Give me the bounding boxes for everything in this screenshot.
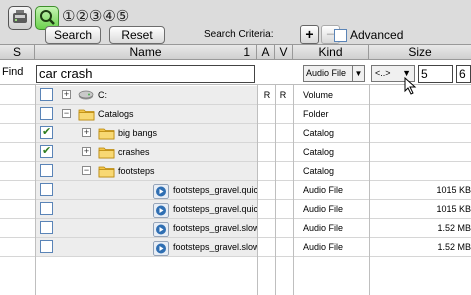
numbered-slots[interactable]: ①②③④⑤: [62, 7, 129, 25]
audio-file-icon: [153, 203, 169, 220]
folder-icon: [98, 127, 115, 142]
audio-file-icon: [153, 222, 169, 239]
row-checkbox[interactable]: [40, 183, 53, 196]
row-size: 1.52 MB: [437, 223, 471, 233]
column-divider: [369, 85, 370, 295]
drive-icon: [13, 10, 27, 23]
table-row[interactable]: footsteps_gravel.slow Audio File 1.52 MB: [0, 238, 471, 257]
col-header-s[interactable]: S: [0, 45, 35, 59]
column-divider: [257, 85, 258, 295]
disk-icon: [78, 89, 94, 103]
size-max-input[interactable]: 6: [456, 65, 471, 83]
row-name: footsteps_gravel.quick: [173, 185, 257, 195]
expand-icon[interactable]: +: [82, 128, 91, 137]
row-size: 1.52 MB: [437, 242, 471, 252]
row-kind: Audio File: [303, 223, 344, 233]
column-header: S Name 1 A V Kind Size: [0, 44, 471, 60]
collapse-icon[interactable]: −: [62, 109, 71, 118]
name-search-input[interactable]: car crash: [36, 65, 255, 83]
row-checkbox[interactable]: [40, 202, 53, 215]
advanced-checkbox[interactable]: [334, 29, 347, 42]
reset-button[interactable]: Reset: [109, 26, 165, 44]
row-size: 1015 KB: [436, 185, 471, 195]
column-divider: [35, 85, 36, 295]
kind-filter-value: Audio File: [306, 68, 347, 78]
col-header-v[interactable]: V: [275, 45, 293, 59]
col-header-size[interactable]: Size: [369, 45, 471, 59]
expand-icon[interactable]: +: [82, 147, 91, 156]
column-divider: [275, 85, 276, 295]
row-kind: Catalog: [303, 166, 335, 176]
toolbar: ①②③④⑤ Search Reset Search Criteria: + − …: [0, 0, 471, 44]
catalog-tool-button[interactable]: [8, 6, 32, 30]
col-header-name[interactable]: Name 1: [35, 45, 257, 59]
col-header-name-label: Name: [129, 45, 162, 59]
row-checkbox[interactable]: [40, 164, 53, 177]
row-checkbox[interactable]: [40, 88, 53, 101]
row-checkbox[interactable]: [40, 107, 53, 120]
row-kind: Folder: [303, 109, 329, 119]
size-min-input[interactable]: 5: [418, 65, 453, 83]
kind-filter-select[interactable]: Audio File ▼: [303, 65, 365, 82]
table-row[interactable]: footsteps_gravel.slow Audio File 1.52 MB: [0, 219, 471, 238]
find-row: Find car crash Audio File ▼ <..> ▼ 5 6: [0, 60, 471, 95]
table-row[interactable]: − footsteps Catalog: [0, 162, 471, 181]
row-checkbox[interactable]: [40, 240, 53, 253]
table-row[interactable]: + big bangs Catalog: [0, 124, 471, 143]
table-row[interactable]: footsteps_gravel.quick Audio File 1015 KB: [0, 181, 471, 200]
add-criteria-button[interactable]: +: [300, 25, 319, 44]
row-attr-a: R: [263, 90, 271, 100]
row-kind: Audio File: [303, 204, 344, 214]
folder-icon: [78, 108, 95, 123]
expand-icon[interactable]: +: [62, 90, 71, 99]
audio-file-icon: [153, 241, 169, 258]
row-checkbox[interactable]: [40, 125, 53, 139]
row-kind: Catalog: [303, 128, 335, 138]
table-row[interactable]: − Catalogs Folder: [0, 105, 471, 124]
dropdown-arrow-icon: ▼: [352, 66, 364, 81]
row-name: crashes: [118, 147, 150, 157]
row-kind: Catalog: [303, 147, 335, 157]
row-attr-v: R: [279, 90, 287, 100]
row-kind: Audio File: [303, 185, 344, 195]
table-row[interactable]: + C: R R Volume: [0, 86, 471, 105]
row-name: footsteps: [118, 166, 155, 176]
col-header-kind[interactable]: Kind: [293, 45, 369, 59]
row-name: footsteps_gravel.quick: [173, 204, 257, 214]
search-criteria-label: Search Criteria:: [204, 29, 274, 40]
row-name: C:: [98, 90, 107, 100]
row-kind: Audio File: [303, 242, 344, 252]
folder-icon: [98, 146, 115, 161]
col-header-a[interactable]: A: [257, 45, 275, 59]
size-operator-value: <..>: [375, 68, 391, 78]
sort-order-label: 1: [243, 45, 250, 59]
find-label: Find: [2, 66, 24, 78]
row-size: 1015 KB: [436, 204, 471, 214]
audio-file-icon: [153, 184, 169, 201]
table-row[interactable]: footsteps_gravel.quick Audio File 1015 KB: [0, 200, 471, 219]
row-kind: Volume: [303, 90, 334, 100]
row-checkbox[interactable]: [40, 221, 53, 234]
row-checkbox[interactable]: [40, 144, 53, 158]
row-name: footsteps_gravel.slow: [173, 242, 257, 252]
advanced-label: Advanced: [350, 28, 404, 42]
folder-icon: [98, 165, 115, 180]
column-divider: [293, 85, 294, 295]
row-name: Catalogs: [98, 109, 134, 119]
row-name: footsteps_gravel.slow: [173, 223, 257, 233]
collapse-icon[interactable]: −: [82, 166, 91, 175]
search-button[interactable]: Search: [45, 26, 101, 44]
row-name: big bangs: [118, 128, 158, 138]
table-row[interactable]: + crashes Catalog: [0, 143, 471, 162]
